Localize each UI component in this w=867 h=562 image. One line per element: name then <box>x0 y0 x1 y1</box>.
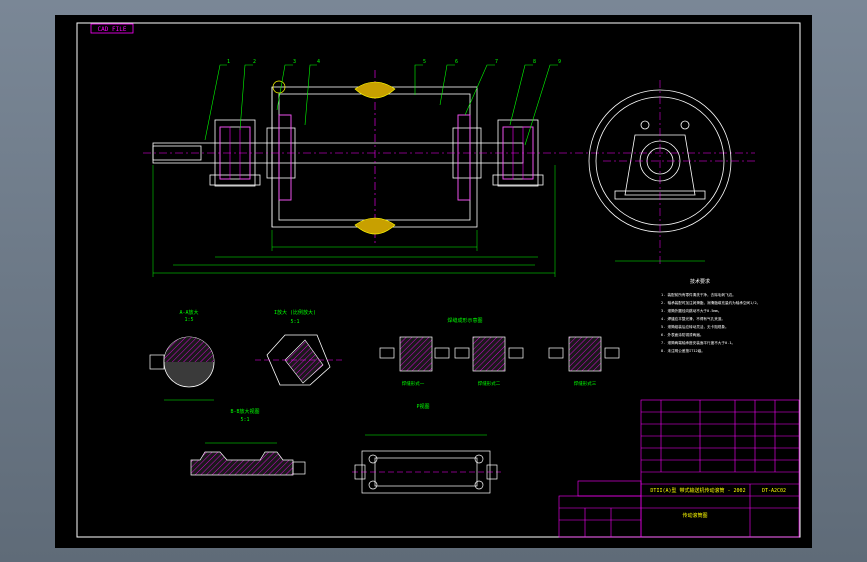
callout-6: 6 <box>455 59 458 65</box>
callout-8: 8 <box>533 59 536 65</box>
section-a-title: A-A放大 <box>179 309 198 316</box>
tech-note-2: 2. 轴承装配时加注润滑脂，润滑脂填充量约为轴承空间1/2。 <box>661 300 760 305</box>
tech-note-5: 5. 滚筒组装后应转动灵活，无卡阻现象。 <box>661 324 729 329</box>
callout-2: 2 <box>253 59 256 65</box>
callout-5: 5 <box>423 59 426 65</box>
detail-b-view: B-B放大视图 5:1 <box>190 408 306 476</box>
detail-i-view: I放大 (比例放大) 5:1 <box>255 309 345 386</box>
drawing-canvas[interactable]: CAD FILE 1 2 3 4 5 6 7 8 9 A-A放大 1:5 I放大… <box>55 15 812 548</box>
drawing-number: DT-A2C02 <box>762 488 786 494</box>
lagging-top <box>354 81 396 99</box>
p-view-title: P视图 <box>416 403 429 410</box>
tech-notes-title: 技术要求 <box>690 278 710 285</box>
callout-4: 4 <box>317 59 320 65</box>
weld-caption-3: 焊缝形式三 <box>574 380 597 387</box>
end-view <box>588 80 755 265</box>
tech-note-7: 7. 滚筒两端轴承座安装面平行度不大于0.1。 <box>661 340 735 345</box>
callout-1: 1 <box>227 59 230 65</box>
weld-group: 焊缝成形示意图 焊缝形式一 焊缝形式二 焊缝形式三 <box>379 317 620 387</box>
file-tag: CAD FILE <box>90 23 134 34</box>
callout-9: 9 <box>558 59 561 65</box>
tech-note-8: 8. 未注明公差按IT12级。 <box>661 348 705 353</box>
part-name: 传动滚筒图 <box>682 512 707 519</box>
detail-i-title: I放大 (比例放大) <box>274 309 316 316</box>
main-dimensions <box>152 165 556 277</box>
technical-notes: 技术要求 1. 装配前所有零件清洗干净，去除毛刺飞边。 2. 轴承装配时加注润滑… <box>661 278 760 353</box>
tech-note-3: 3. 滚筒外圆径向跳动不大于0.5mm。 <box>661 308 721 313</box>
section-a-scale: 1:5 <box>184 317 193 323</box>
detail-b-scale: 5:1 <box>240 417 249 423</box>
drawing-title: DTII(A)型 带式输送机传动滚筒 - 2002 <box>650 487 745 494</box>
cad-drawing: CAD FILE 1 2 3 4 5 6 7 8 9 A-A放大 1:5 I放大… <box>76 22 801 538</box>
file-tag-label: CAD FILE <box>98 26 127 33</box>
callout-7: 7 <box>495 59 498 65</box>
tech-note-1: 1. 装配前所有零件清洗干净，去除毛刺飞边。 <box>661 292 736 297</box>
detail-i-scale: 5:1 <box>290 319 299 325</box>
section-a-view: A-A放大 1:5 <box>149 309 215 401</box>
tech-note-4: 4. 焊缝应平整光滑，不得有气孔夹渣。 <box>661 316 725 321</box>
weld-caption-2: 焊缝形式二 <box>478 380 501 387</box>
callout-3: 3 <box>293 59 296 65</box>
tech-note-6: 6. 外表面涂防锈漆两遍。 <box>661 332 703 337</box>
detail-b-title: B-B放大视图 <box>230 408 259 415</box>
weld-group-title: 焊缝成形示意图 <box>447 317 482 324</box>
p-view: P视图 <box>352 403 501 494</box>
title-block <box>558 399 800 538</box>
title-block-text: DTII(A)型 带式输送机传动滚筒 - 2002 DT-A2C02 传动滚筒图 <box>650 487 786 519</box>
callout-leaders <box>204 64 558 146</box>
callout-numbers: 1 2 3 4 5 6 7 8 9 <box>227 59 561 65</box>
weld-caption-1: 焊缝形式一 <box>402 380 425 387</box>
